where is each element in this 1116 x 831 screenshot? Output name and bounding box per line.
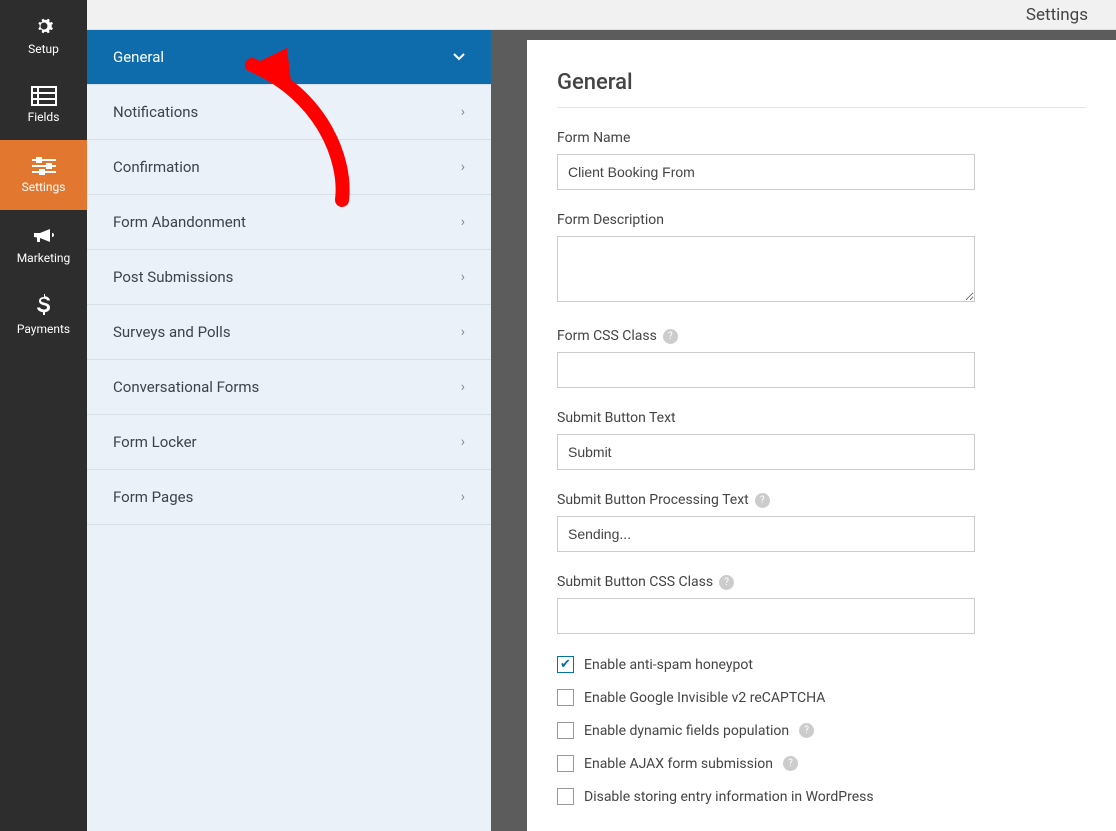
checkbox-icon[interactable] xyxy=(557,656,574,673)
left-sidebar: Setup Fields Settings Marketing Payments xyxy=(0,0,87,831)
checkbox-icon[interactable] xyxy=(557,689,574,706)
field-label-text: Submit Button Processing Text xyxy=(557,492,749,508)
panel-item-form-locker[interactable]: Form Locker › xyxy=(87,415,491,470)
divider xyxy=(557,107,1086,108)
field-form-css-class: Form CSS Class ? xyxy=(557,328,1086,388)
checkbox-label: Enable Google Invisible v2 reCAPTCHA xyxy=(584,690,825,706)
leftbar-item-setup[interactable]: Setup xyxy=(0,0,87,70)
checkbox-icon[interactable] xyxy=(557,722,574,739)
right-area: Settings General Notifications › Confirm… xyxy=(87,0,1116,831)
submit-button-css-class-input[interactable] xyxy=(557,598,975,634)
sliders-icon xyxy=(32,156,56,176)
panel-item-conversational-forms[interactable]: Conversational Forms › xyxy=(87,360,491,415)
panel-item-post-submissions[interactable]: Post Submissions › xyxy=(87,250,491,305)
bullhorn-icon xyxy=(32,225,56,247)
field-label-text: Form CSS Class xyxy=(557,328,657,344)
field-label-text: Submit Button CSS Class xyxy=(557,574,713,590)
help-icon[interactable]: ? xyxy=(755,493,770,508)
checkbox-enable-recaptcha[interactable]: Enable Google Invisible v2 reCAPTCHA xyxy=(557,689,1086,706)
leftbar-item-marketing[interactable]: Marketing xyxy=(0,210,87,280)
chevron-right-icon: › xyxy=(461,324,465,340)
field-label: Submit Button CSS Class ? xyxy=(557,574,1086,590)
checkbox-enable-honeypot[interactable]: Enable anti-spam honeypot xyxy=(557,656,1086,673)
help-icon[interactable]: ? xyxy=(783,756,798,771)
field-label: Form Name xyxy=(557,130,1086,146)
settings-panel-list: General Notifications › Confirmation › F… xyxy=(87,30,491,831)
panel-item-label: General xyxy=(113,48,164,66)
chevron-down-icon xyxy=(453,53,465,61)
checkbox-icon[interactable] xyxy=(557,755,574,772)
page-title: Settings xyxy=(1026,5,1088,25)
panel-item-label: Form Pages xyxy=(113,488,193,506)
field-label: Form CSS Class ? xyxy=(557,328,1086,344)
leftbar-label: Marketing xyxy=(17,251,71,265)
topbar: Settings xyxy=(87,0,1116,30)
form-description-input[interactable] xyxy=(557,236,975,302)
leftbar-label: Fields xyxy=(28,110,60,124)
help-icon[interactable]: ? xyxy=(799,723,814,738)
chevron-right-icon: › xyxy=(461,434,465,450)
gear-icon xyxy=(32,14,56,38)
field-form-name: Form Name xyxy=(557,130,1086,190)
chevron-right-icon: › xyxy=(461,379,465,395)
panel-item-label: Form Locker xyxy=(113,433,197,451)
chevron-right-icon: › xyxy=(461,269,465,285)
submit-button-processing-text-input[interactable] xyxy=(557,516,975,552)
panel-item-label: Conversational Forms xyxy=(113,378,259,396)
field-form-description: Form Description xyxy=(557,212,1086,306)
help-icon[interactable]: ? xyxy=(719,575,734,590)
app-root: Setup Fields Settings Marketing Payments xyxy=(0,0,1116,831)
checkbox-label: Enable dynamic fields population xyxy=(584,723,789,739)
panel-item-label: Confirmation xyxy=(113,158,200,176)
checkbox-label: Disable storing entry information in Wor… xyxy=(584,789,874,805)
checkbox-icon[interactable] xyxy=(557,788,574,805)
leftbar-label: Setup xyxy=(28,42,59,56)
leftbar-item-fields[interactable]: Fields xyxy=(0,70,87,140)
panel-item-notifications[interactable]: Notifications › xyxy=(87,85,491,140)
leftbar-label: Settings xyxy=(22,180,66,194)
help-icon[interactable]: ? xyxy=(663,329,678,344)
field-label: Submit Button Processing Text ? xyxy=(557,492,1086,508)
dollar-icon xyxy=(36,294,52,318)
panel-item-general[interactable]: General xyxy=(87,30,491,85)
chevron-right-icon: › xyxy=(461,104,465,120)
section-heading: General xyxy=(557,70,1086,95)
main-content-wrap: General Form Name Form Description Form … xyxy=(527,30,1116,831)
field-submit-button-css-class: Submit Button CSS Class ? xyxy=(557,574,1086,634)
field-submit-button-processing-text: Submit Button Processing Text ? xyxy=(557,492,1086,552)
main-card: General Form Name Form Description Form … xyxy=(527,40,1116,831)
panel-item-surveys-polls[interactable]: Surveys and Polls › xyxy=(87,305,491,360)
chevron-right-icon: › xyxy=(461,489,465,505)
list-icon xyxy=(31,86,57,106)
submit-button-text-input[interactable] xyxy=(557,434,975,470)
body: General Notifications › Confirmation › F… xyxy=(87,30,1116,831)
panel-item-label: Surveys and Polls xyxy=(113,323,231,341)
panel-item-label: Post Submissions xyxy=(113,268,233,286)
chevron-right-icon: › xyxy=(461,214,465,230)
panel-item-form-pages[interactable]: Form Pages › xyxy=(87,470,491,525)
leftbar-item-settings[interactable]: Settings xyxy=(0,140,87,210)
chevron-right-icon: › xyxy=(461,159,465,175)
leftbar-item-payments[interactable]: Payments xyxy=(0,280,87,350)
form-name-input[interactable] xyxy=(557,154,975,190)
form-css-class-input[interactable] xyxy=(557,352,975,388)
dark-gap xyxy=(491,30,527,831)
field-label: Submit Button Text xyxy=(557,410,1086,426)
panel-item-confirmation[interactable]: Confirmation › xyxy=(87,140,491,195)
checkbox-label: Enable anti-spam honeypot xyxy=(584,657,753,673)
leftbar-label: Payments xyxy=(17,322,70,336)
checkbox-label: Enable AJAX form submission xyxy=(584,756,773,772)
checkbox-enable-ajax[interactable]: Enable AJAX form submission ? xyxy=(557,755,1086,772)
field-label: Form Description xyxy=(557,212,1086,228)
field-submit-button-text: Submit Button Text xyxy=(557,410,1086,470)
panel-item-label: Form Abandonment xyxy=(113,213,246,231)
checkbox-disable-storing[interactable]: Disable storing entry information in Wor… xyxy=(557,788,1086,805)
panel-item-form-abandonment[interactable]: Form Abandonment › xyxy=(87,195,491,250)
checkbox-enable-dynamic-fields[interactable]: Enable dynamic fields population ? xyxy=(557,722,1086,739)
panel-item-label: Notifications xyxy=(113,103,198,121)
